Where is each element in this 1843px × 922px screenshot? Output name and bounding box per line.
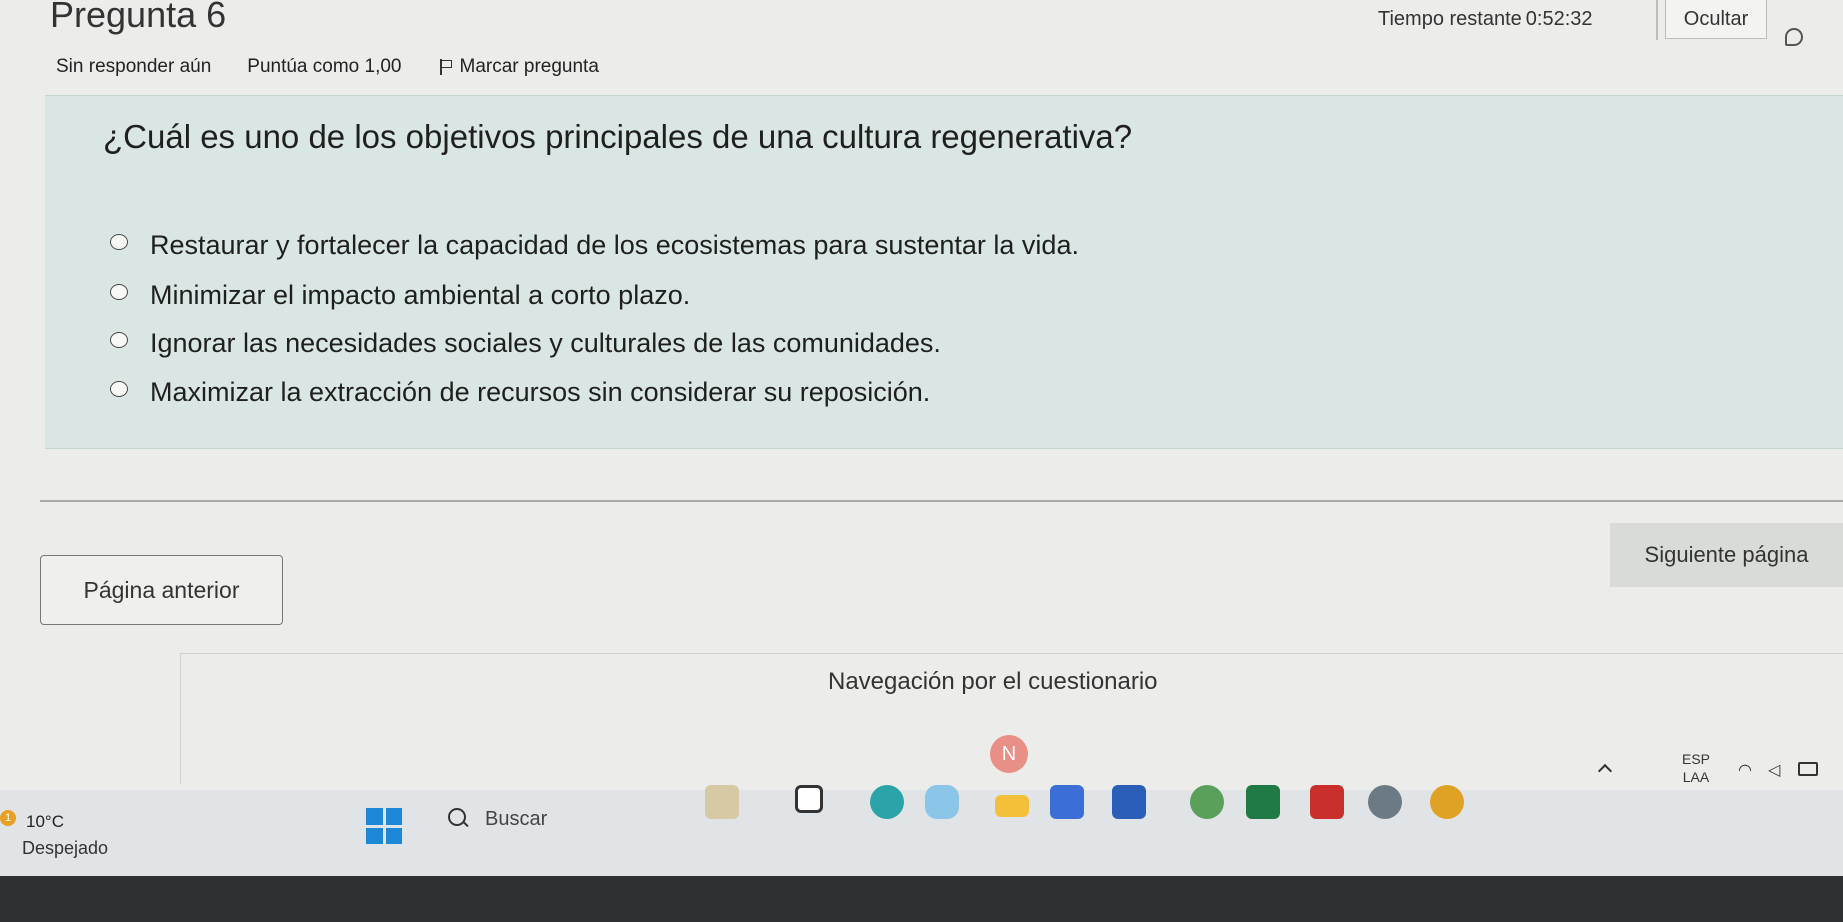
edge-icon[interactable] — [870, 785, 904, 819]
temperature[interactable]: 10°C — [26, 812, 64, 832]
keyboard-layout: LAA — [1682, 769, 1710, 785]
header-divider — [1656, 0, 1658, 40]
acrobat-icon[interactable] — [1310, 785, 1344, 819]
chrome-icon[interactable] — [1190, 785, 1224, 819]
answer-option-label[interactable]: Minimizar el impacto ambiental a corto p… — [150, 280, 690, 311]
question-title: Pregunta 6 — [50, 0, 227, 35]
copilot-icon[interactable] — [925, 785, 959, 819]
question-status: Sin responder aún — [56, 56, 212, 77]
store-icon[interactable] — [1050, 785, 1084, 819]
answer-option-label[interactable]: Ignorar las necesidades sociales y cultu… — [150, 328, 941, 359]
section-divider — [40, 500, 1843, 502]
widgets-icon[interactable] — [705, 785, 739, 819]
screen-bezel — [0, 876, 1843, 922]
language-indicator[interactable]: ESP LAA — [1682, 750, 1710, 786]
excel-icon[interactable] — [1246, 785, 1280, 819]
flag-question-link[interactable]: Marcar pregunta — [438, 56, 599, 78]
taskbar — [0, 790, 1843, 876]
previous-page-button[interactable]: Página anterior — [40, 555, 283, 625]
windows-start-icon[interactable] — [366, 808, 402, 844]
question-score: Puntúa como 1,00 — [247, 56, 402, 77]
search-icon[interactable] — [448, 808, 466, 826]
radio-button[interactable] — [110, 233, 128, 250]
weather-description[interactable]: Despejado — [22, 838, 108, 859]
hide-timer-button[interactable]: Ocultar — [1665, 0, 1767, 39]
next-page-button[interactable]: Siguiente página — [1610, 523, 1843, 587]
question-info: Sin responder aún Puntúa como 1,00 Marca… — [56, 56, 599, 78]
battery-icon[interactable] — [1798, 762, 1818, 776]
quiz-navigation-title: Navegación por el cuestionario — [828, 668, 1158, 695]
taskbar-search[interactable]: Buscar — [485, 808, 547, 831]
wifi-icon[interactable]: ◠ — [1738, 760, 1752, 780]
radio-button[interactable] — [110, 331, 128, 348]
user-avatar-badge[interactable]: N — [990, 735, 1028, 773]
folder-icon[interactable] — [995, 795, 1029, 817]
language-code: ESP — [1682, 751, 1711, 767]
time-remaining: Tiempo restante 0:52:32 — [1378, 0, 1593, 38]
settings-icon[interactable] — [1368, 785, 1402, 819]
chat-bubble-icon[interactable] — [1785, 28, 1803, 46]
weather-icon[interactable]: 1 — [0, 810, 16, 826]
answer-option[interactable]: Minimizar el impacto ambiental a corto p… — [110, 280, 690, 311]
question-text: ¿Cuál es uno de los objetivos principale… — [103, 118, 1133, 155]
time-value: 0:52:32 — [1525, 7, 1593, 30]
radio-button[interactable] — [110, 380, 128, 397]
word-icon[interactable] — [1112, 785, 1146, 819]
flag-icon — [438, 59, 452, 75]
answer-option[interactable]: Restaurar y fortalecer la capacidad de l… — [110, 230, 1079, 261]
answer-option-label[interactable]: Restaurar y fortalecer la capacidad de l… — [150, 230, 1079, 261]
radio-button[interactable] — [110, 283, 128, 300]
volume-icon[interactable]: ◁ — [1768, 760, 1780, 780]
flag-question-label: Marcar pregunta — [459, 56, 599, 77]
answer-option[interactable]: Ignorar las necesidades sociales y cultu… — [110, 328, 941, 359]
chrome-alt-icon[interactable] — [1430, 785, 1464, 819]
answer-option-label[interactable]: Maximizar la extracción de recursos sin … — [150, 377, 930, 408]
files-icon[interactable] — [795, 785, 823, 813]
answer-option[interactable]: Maximizar la extracción de recursos sin … — [110, 377, 930, 408]
time-label: Tiempo restante — [1378, 7, 1522, 30]
